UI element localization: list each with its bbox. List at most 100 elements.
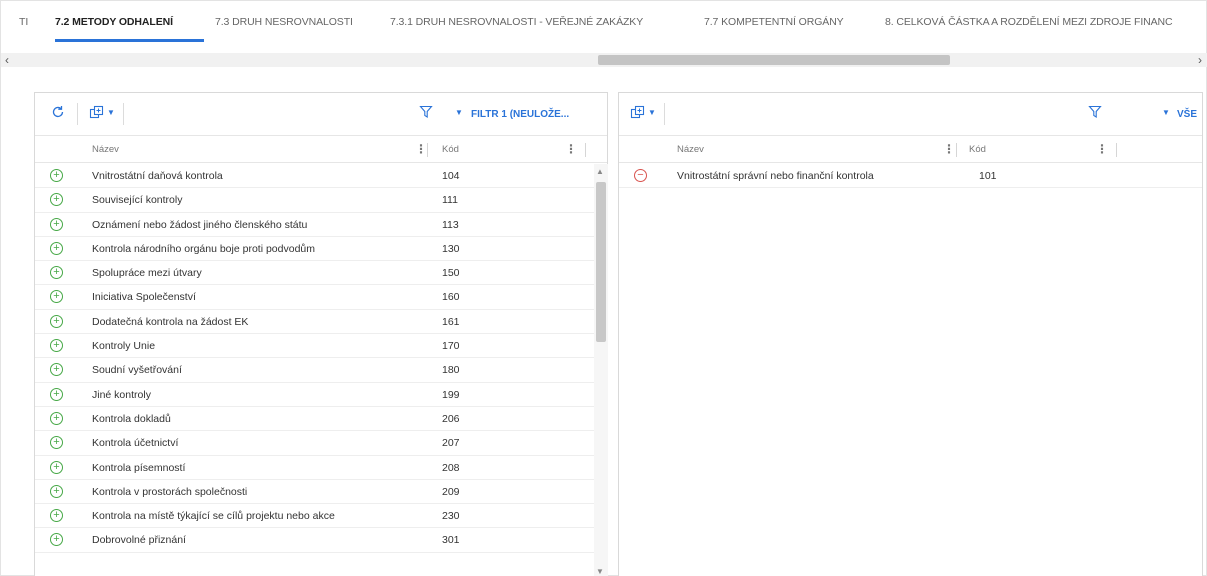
table-row[interactable]: + Jiné kontroly 199 <box>35 383 607 407</box>
row-name: Jiné kontroly <box>92 388 151 401</box>
add-circle-icon[interactable]: + <box>50 169 63 182</box>
filter-icon[interactable] <box>1088 105 1102 124</box>
add-circle-icon[interactable]: + <box>50 314 63 328</box>
tab-druh-nesrovnalosti-verejne-zakazky[interactable]: 7.3.1 DRUH NESROVNALOSTI - VEŘEJNÉ ZAKÁZ… <box>390 16 643 28</box>
row-name: Vnitrostátní správní nebo finanční kontr… <box>677 170 874 182</box>
scroll-up-icon[interactable]: ▲ <box>596 167 604 176</box>
filter-dropdown-icon[interactable]: ▼ <box>455 108 463 117</box>
row-code: 104 <box>442 170 460 182</box>
filter-selector[interactable]: VŠE <box>1177 109 1197 120</box>
tab-ti[interactable]: TI <box>19 16 28 28</box>
left-grid-header: Název ⋮ Kód ⋮ <box>35 136 607 163</box>
filter-selector[interactable]: FILTR 1 (NEULOŽE... <box>471 109 569 120</box>
add-circle-icon[interactable]: + <box>50 533 63 547</box>
row-name: Kontrola na místě týkající se cílů proje… <box>92 510 335 523</box>
row-code: 101 <box>979 170 997 182</box>
column-menu-icon[interactable]: ⋮ <box>565 142 577 156</box>
export-icon[interactable] <box>89 105 104 125</box>
add-circle-icon[interactable]: + <box>50 290 63 304</box>
row-code: 230 <box>442 510 460 523</box>
refresh-icon[interactable] <box>51 105 65 124</box>
scroll-left-icon[interactable]: ‹ <box>5 53 9 67</box>
table-row[interactable]: + Kontrola dokladů 206 <box>35 407 607 432</box>
table-row[interactable]: + Kontrola písemností 208 <box>35 456 607 480</box>
add-circle-icon[interactable]: + <box>50 509 63 523</box>
toolbar-divider <box>664 103 665 125</box>
export-dropdown-icon[interactable]: ▼ <box>107 108 115 117</box>
table-row[interactable]: + Kontrola na místě týkající se cílů proj… <box>35 504 607 529</box>
row-name: Kontrola národního orgánu boje proti pod… <box>92 242 315 255</box>
row-name: Kontrola účetnictví <box>92 437 179 450</box>
table-row[interactable]: + Dodatečná kontrola na žádost EK 161 <box>35 310 607 335</box>
add-circle-icon[interactable]: + <box>50 193 63 207</box>
column-menu-icon[interactable]: ⋮ <box>1096 142 1108 156</box>
left-grid-scrollbar[interactable]: ▲ ▼ <box>594 164 608 576</box>
add-circle-icon[interactable]: + <box>50 411 63 425</box>
row-code: 170 <box>442 340 460 353</box>
row-name: Spolupráce mezi útvary <box>92 267 202 280</box>
row-code: 207 <box>442 437 460 450</box>
add-circle-icon[interactable]: + <box>50 217 63 231</box>
row-name: Iniciativa Společenství <box>92 291 196 304</box>
add-circle-icon[interactable]: + <box>50 339 63 353</box>
tab-kompetentni-organy[interactable]: 7.7 KOMPETENTNÍ ORGÁNY <box>704 16 844 28</box>
row-name: Související kontroly <box>92 194 183 207</box>
add-circle-icon[interactable]: + <box>50 460 63 474</box>
tab-druh-nesrovnalosti[interactable]: 7.3 DRUH NESROVNALOSTI <box>215 16 353 28</box>
form-container: TI 7.2 METODY ODHALENÍ 7.3 DRUH NESROVNA… <box>0 0 1207 576</box>
column-header-name[interactable]: Název <box>92 144 119 155</box>
table-row[interactable]: + Kontrola v prostorách společnosti 209 <box>35 480 607 505</box>
left-grid-body: + Vnitrostátní daňová kontrola 104 + Souvise… <box>35 164 607 553</box>
tab-scrollbar-thumb[interactable] <box>598 55 950 65</box>
column-menu-icon[interactable]: ⋮ <box>415 142 427 156</box>
column-separator <box>427 143 428 157</box>
add-circle-icon[interactable]: + <box>50 241 63 255</box>
table-row[interactable]: + Vnitrostátní daňová kontrola 104 <box>35 164 607 189</box>
row-code: 113 <box>442 218 459 231</box>
column-menu-icon[interactable]: ⋮ <box>943 142 955 156</box>
add-circle-icon[interactable]: + <box>50 436 63 450</box>
table-row[interactable]: + Soudní vyšetřování 180 <box>35 358 607 383</box>
table-row[interactable]: + Oznámení nebo žádost jiného členského s… <box>35 213 607 237</box>
table-row[interactable]: + Iniciativa Společenství 160 <box>35 285 607 310</box>
export-dropdown-icon[interactable]: ▼ <box>648 108 656 117</box>
row-code: 111 <box>442 194 458 207</box>
left-grid-scrollbar-thumb[interactable] <box>596 182 606 342</box>
row-name: Kontrola v prostorách společnosti <box>92 485 248 498</box>
table-row[interactable]: + Související kontroly 111 <box>35 188 607 213</box>
table-row[interactable]: − Vnitrostátní správní nebo finanční kont… <box>619 164 1202 189</box>
row-code: 208 <box>442 461 460 474</box>
table-row[interactable]: + Spolupráce mezi útvary 150 <box>35 261 607 286</box>
table-row[interactable]: + Kontrola národního orgánu boje proti po… <box>35 237 607 262</box>
tab-metody-odhaleni[interactable]: 7.2 METODY ODHALENÍ <box>55 16 173 28</box>
row-code: 160 <box>442 291 460 304</box>
add-circle-icon[interactable]: + <box>50 484 63 498</box>
filter-icon[interactable] <box>419 105 433 124</box>
table-row[interactable]: + Kontroly Unie 170 <box>35 334 607 359</box>
filter-dropdown-icon[interactable]: ▼ <box>1162 108 1170 117</box>
row-name: Oznámení nebo žádost jiného členského st… <box>92 218 308 231</box>
column-header-code[interactable]: Kód <box>969 144 986 155</box>
table-row[interactable]: + Kontrola účetnictví 207 <box>35 431 607 456</box>
row-name: Dodatečná kontrola na žádost EK <box>92 315 249 328</box>
table-row[interactable]: + Dobrovolné přiznání 301 <box>35 528 607 553</box>
add-circle-icon[interactable]: + <box>50 387 63 401</box>
column-header-code[interactable]: Kód <box>442 144 459 155</box>
add-circle-icon[interactable]: + <box>50 363 63 377</box>
tab-bar: TI 7.2 METODY ODHALENÍ 7.3 DRUH NESROVNA… <box>1 1 1207 43</box>
column-header-name[interactable]: Název <box>677 144 704 155</box>
tab-scrollbar[interactable]: ‹ › <box>1 53 1207 67</box>
export-icon[interactable] <box>630 105 645 125</box>
row-name: Soudní vyšetřování <box>92 364 182 377</box>
column-separator <box>956 143 957 157</box>
scroll-right-icon[interactable]: › <box>1198 53 1202 67</box>
tab-celkova-castka[interactable]: 8. CELKOVÁ ČÁSTKA A ROZDĚLENÍ MEZI ZDROJ… <box>885 16 1173 28</box>
right-grid-header: Název ⋮ Kód ⋮ <box>619 136 1202 163</box>
add-circle-icon[interactable]: + <box>50 266 63 280</box>
toolbar-divider <box>77 103 78 125</box>
remove-circle-icon[interactable]: − <box>634 169 647 182</box>
row-code: 206 <box>442 412 460 425</box>
left-toolbar: ▼ ▼ FILTR 1 (NEULOŽE... <box>35 93 607 136</box>
row-name: Vnitrostátní daňová kontrola <box>92 170 223 182</box>
scroll-down-icon[interactable]: ▼ <box>596 567 604 576</box>
